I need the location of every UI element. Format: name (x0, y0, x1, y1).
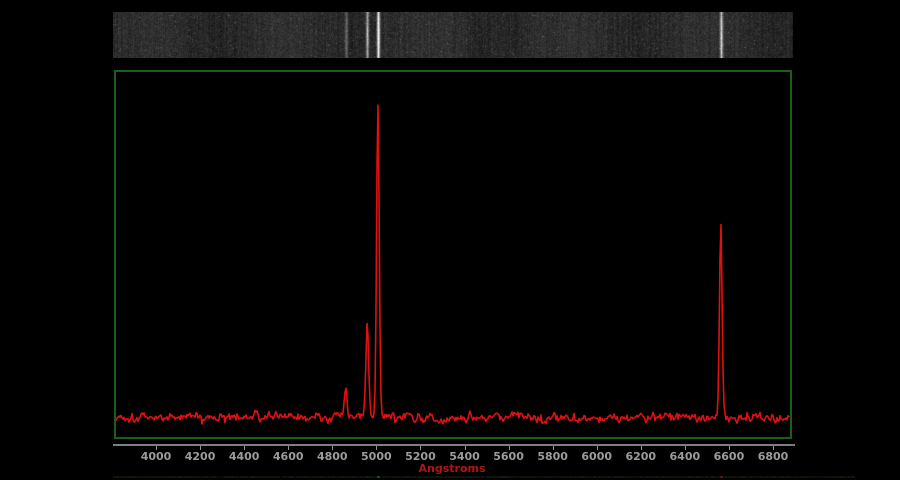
spectrum-2d-image-strip (113, 12, 793, 58)
x-tick-label: 4800 (317, 450, 348, 463)
x-tick-label: 4400 (229, 450, 260, 463)
x-tick-label: 5800 (537, 450, 568, 463)
x-tick-label: 6000 (581, 450, 612, 463)
x-axis-title: Angstroms (418, 462, 485, 475)
x-tick-label: 4600 (273, 450, 304, 463)
x-tick-label: 6600 (714, 450, 745, 463)
spectrum-plot-frame (114, 70, 792, 439)
x-tick-label: 6400 (670, 450, 701, 463)
x-tick-label: 5000 (361, 450, 392, 463)
spectrum-trace (116, 105, 789, 424)
mini-preview-strip (113, 476, 855, 478)
spectrum-plot-canvas[interactable] (116, 72, 790, 437)
x-tick-label: 6800 (758, 450, 789, 463)
x-axis-line (113, 444, 795, 446)
x-tick-label: 4000 (141, 450, 172, 463)
x-tick-label: 6200 (625, 450, 656, 463)
spectrum-display-window: 4000420044004600480050005200540056005800… (0, 0, 900, 480)
x-tick-label: 4200 (185, 450, 216, 463)
x-tick-label: 5600 (493, 450, 524, 463)
